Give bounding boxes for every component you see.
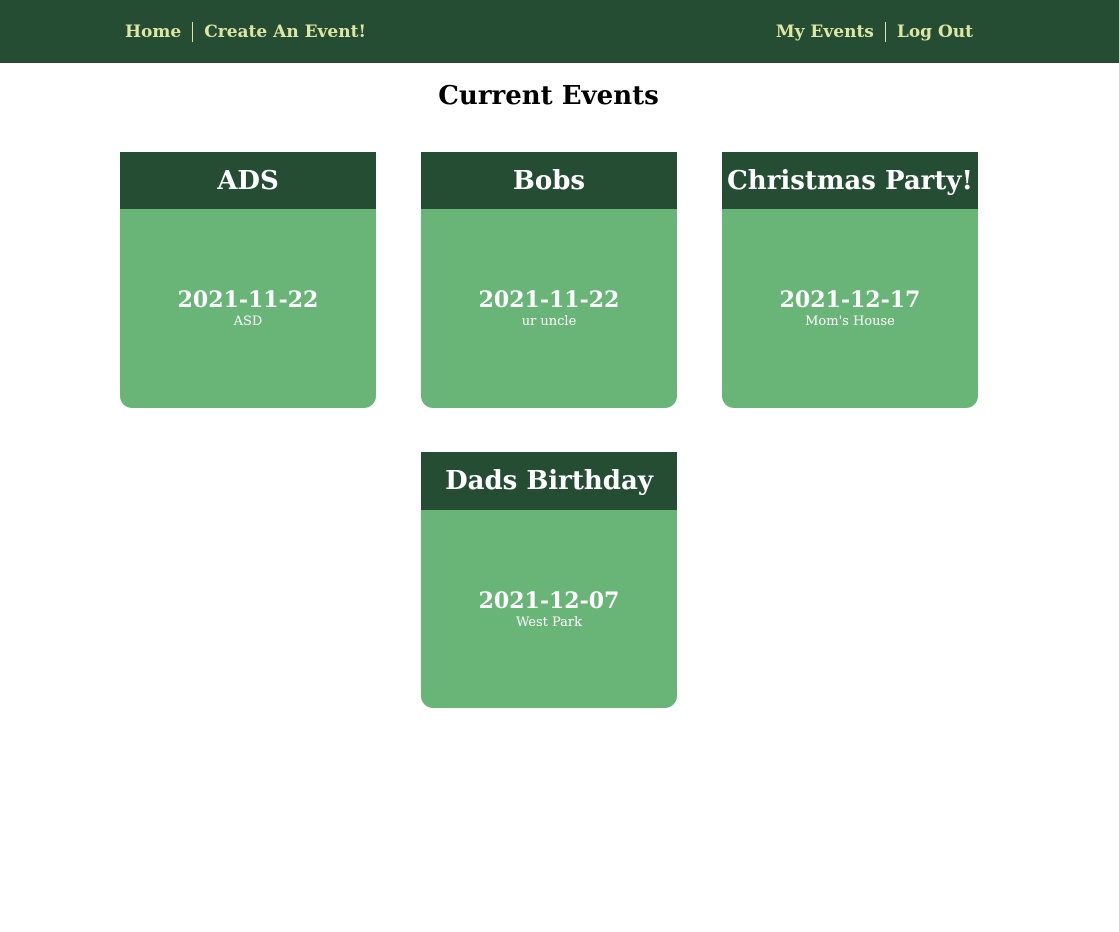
event-title: Dads Birthday (445, 466, 653, 496)
event-date: 2021-12-17 (779, 287, 921, 313)
event-location: ASD (233, 314, 263, 329)
event-card-body: 2021-12-07 West Park (421, 510, 677, 708)
event-card-header: Dads Birthday (421, 452, 677, 510)
event-title: ADS (217, 165, 279, 196)
nav-link-create-event[interactable]: Create An Event! (204, 22, 366, 42)
event-title: Bobs (512, 165, 586, 196)
event-card-ads[interactable]: ADS 2021-11-22 ASD (120, 152, 376, 408)
nav-link-home[interactable]: Home (125, 22, 181, 42)
event-location: West Park (515, 614, 583, 630)
nav-divider (884, 21, 886, 42)
event-title: Christmas Party! (727, 165, 973, 196)
event-card-header: Bobs (421, 152, 677, 209)
nav-left-group: Home Create An Event! (125, 0, 366, 63)
event-card-bobs[interactable]: Bobs 2021-11-22 ur uncle (421, 152, 677, 408)
event-card-header: ADS (120, 152, 376, 209)
event-date: 2021-12-07 (478, 587, 620, 614)
event-card-body: 2021-11-22 ASD (120, 209, 376, 408)
event-date: 2021-11-22 (478, 287, 620, 313)
top-navbar: Home Create An Event! My Events Log Out (0, 0, 1119, 63)
page-title: Current Events (438, 81, 659, 111)
nav-link-log-out[interactable]: Log Out (897, 22, 973, 42)
event-card-body: 2021-12-17 Mom's House (722, 209, 978, 408)
event-card-dads-birthday[interactable]: Dads Birthday 2021-12-07 West Park (421, 452, 677, 708)
nav-right-group: My Events Log Out (776, 0, 973, 63)
event-card-christmas-party[interactable]: Christmas Party! 2021-12-17 Mom's House (722, 152, 978, 408)
event-date: 2021-11-22 (177, 287, 319, 313)
nav-link-my-events[interactable]: My Events (776, 22, 874, 42)
event-card-header: Christmas Party! (722, 152, 978, 209)
event-location: ur uncle (521, 314, 577, 329)
nav-divider (192, 21, 194, 42)
event-location: Mom's House (805, 314, 895, 329)
event-card-body: 2021-11-22 ur uncle (421, 209, 677, 408)
